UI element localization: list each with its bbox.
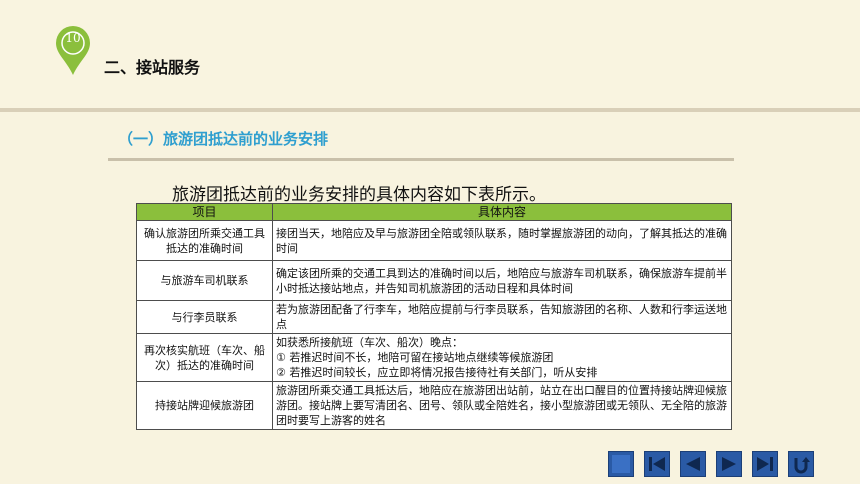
row-item-cell: 与行李员联系 [136,300,273,334]
section-title: 二、接站服务 [104,58,201,77]
column-header-item: 项目 [136,203,273,221]
slide-navigation [608,451,814,477]
return-button[interactable] [788,451,814,477]
home-icon [612,455,630,473]
row-item-cell: 确认旅游团所乘交通工具抵达的准确时间 [136,220,273,261]
intro-text: 旅游团抵达前的业务安排的具体内容如下表所示。 [172,185,546,205]
subsection-divider [108,158,734,161]
first-page-button[interactable] [644,451,670,477]
content-line: ① 若推迟时间不长，地陪可留在接站地点继续等候旅游团 [276,351,554,364]
table-row: 确认旅游团所乘交通工具抵达的准确时间 接团当天，地陪应及早与旅游团全陪或领队联系… [136,220,732,261]
content-line: ② 若推迟时间较长，应立即将情况报告接待社有关部门，听从安排 [276,366,598,379]
home-button[interactable] [608,451,634,477]
row-content-cell: 确定该团所乘的交通工具到达的准确时间以后，地陪应与旅游车司机联系，确保旅游车提前… [272,260,732,301]
table-row: 与旅游车司机联系 确定该团所乘的交通工具到达的准确时间以后，地陪应与旅游车司机联… [136,260,732,301]
header-divider [0,108,860,112]
row-item-cell: 与旅游车司机联系 [136,260,273,301]
row-content-cell: 旅游团所乘交通工具抵达后，地陪应在旅游团出站前，站立在出口醒目的位置持接站牌迎候… [272,381,732,430]
page-number-badge: 10 [65,31,81,45]
previous-page-icon [686,457,700,471]
last-page-button[interactable] [752,451,778,477]
table-row: 再次核实航班（车次、船次）抵达的准确时间 如获悉所接航班（车次、船次）晚点： ①… [136,333,732,382]
arrangement-table: 项目 具体内容 确认旅游团所乘交通工具抵达的准确时间 接团当天，地陪应及早与旅游… [136,203,732,430]
content-line: 如获悉所接航班（车次、船次）晚点： [276,336,463,349]
row-item-cell: 再次核实航班（车次、船次）抵达的准确时间 [136,333,273,382]
table-row: 持接站牌迎候旅游团 旅游团所乘交通工具抵达后，地陪应在旅游团出站前，站立在出口醒… [136,381,732,430]
next-page-icon [722,457,736,471]
next-page-button[interactable] [716,451,742,477]
first-page-icon [649,457,665,471]
row-content-cell: 若为旅游团配备了行李车，地陪应提前与行李员联系，告知旅游团的名称、人数和行李运送… [272,300,732,334]
table-header-row: 项目 具体内容 [136,203,732,221]
previous-page-button[interactable] [680,451,706,477]
column-header-content: 具体内容 [272,203,732,221]
row-content-cell: 如获悉所接航班（车次、船次）晚点： ① 若推迟时间不长，地陪可留在接站地点继续等… [272,333,732,382]
row-item-cell: 持接站牌迎候旅游团 [136,381,273,430]
row-content-cell: 接团当天，地陪应及早与旅游团全陪或领队联系，随时掌握旅游团的动向，了解其抵达的准… [272,220,732,261]
table-row: 与行李员联系 若为旅游团配备了行李车，地陪应提前与行李员联系，告知旅游团的名称、… [136,300,732,334]
subsection-title: （一）旅游团抵达前的业务安排 [118,130,329,148]
return-icon [794,457,810,474]
last-page-icon [757,457,773,471]
